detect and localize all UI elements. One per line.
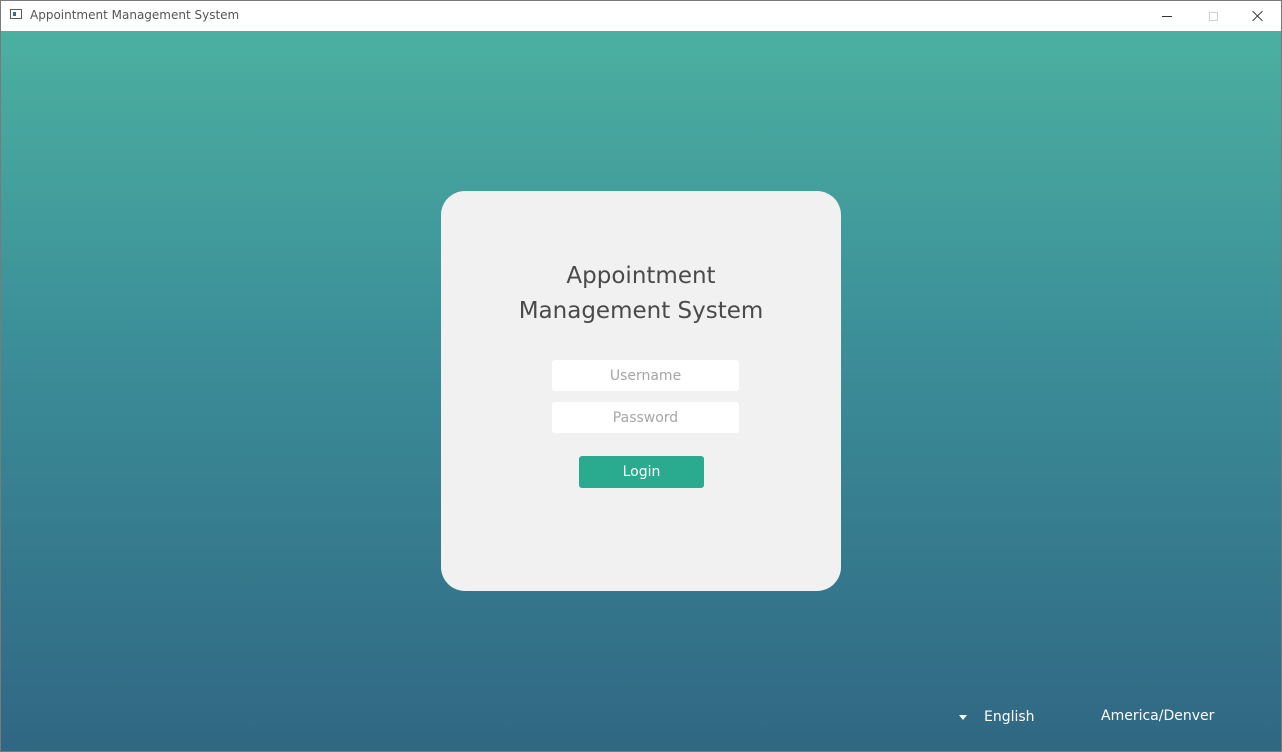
close-button[interactable]	[1235, 1, 1281, 31]
login-card: Appointment Management System Login	[441, 191, 841, 591]
login-title-line1: Appointment	[566, 263, 716, 289]
title-bar: Appointment Management System	[1, 1, 1281, 31]
window-title: Appointment Management System	[30, 8, 240, 22]
close-icon	[1252, 10, 1264, 22]
language-selector[interactable]: English	[951, 705, 1035, 729]
minimize-icon	[1162, 15, 1172, 17]
time-zone-label: America/Denver	[1101, 708, 1215, 724]
language-label: English	[984, 709, 1035, 725]
login-screen: Appointment Management System Login Engl…	[1, 31, 1281, 751]
app-icon	[10, 9, 22, 19]
login-button[interactable]: Login	[579, 456, 704, 488]
maximize-button[interactable]	[1190, 1, 1236, 31]
minimize-button[interactable]	[1144, 1, 1190, 31]
app-window: Appointment Management System Appointmen…	[0, 0, 1282, 752]
password-input[interactable]	[552, 402, 739, 433]
maximize-icon	[1208, 11, 1218, 21]
username-input[interactable]	[552, 360, 739, 391]
dropdown-arrow-icon	[959, 714, 967, 720]
login-title: Appointment Management System	[441, 259, 841, 329]
login-title-line2: Management System	[518, 298, 764, 324]
